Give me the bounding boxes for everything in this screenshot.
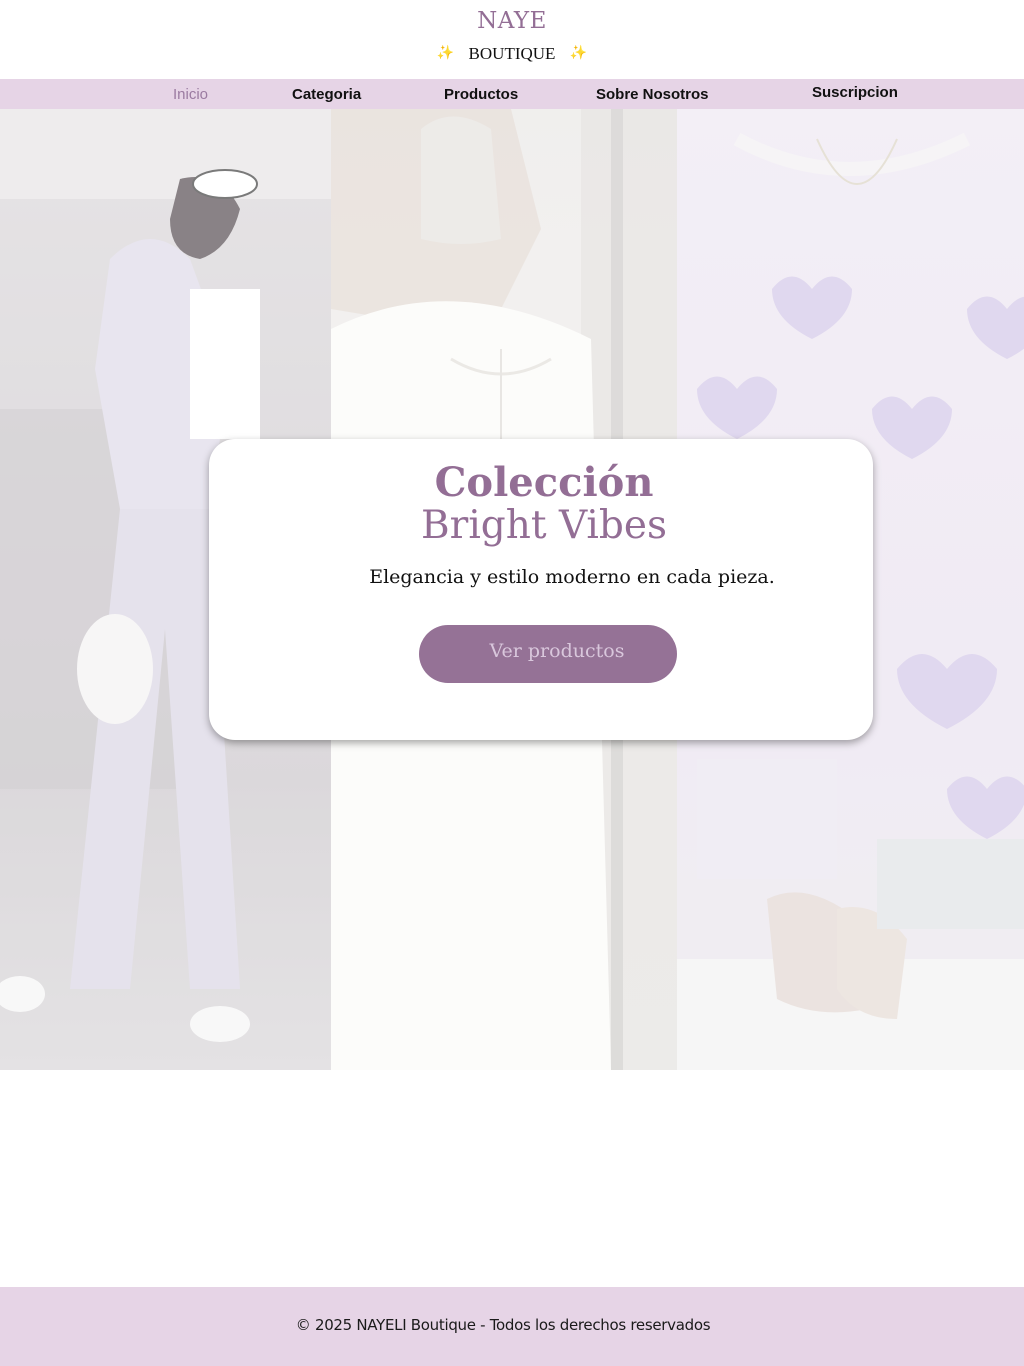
site-footer: © 2025 NAYELI Boutique - Todos los derec… (0, 1287, 1024, 1366)
nav-item-inicio[interactable]: Inicio (173, 86, 208, 103)
hero-subtitle: Elegancia y estilo moderno en cada pieza… (369, 566, 775, 588)
nav-item-sobre-nosotros[interactable]: Sobre Nosotros (596, 86, 709, 103)
hero-card: Colección Bright Vibes Elegancia y estil… (209, 439, 873, 740)
site-header: NAYE ✨ BOUTIQUE ✨ (0, 0, 1024, 79)
view-products-button[interactable]: Ver productos (419, 625, 677, 683)
sparkle-icon: ✨ (436, 44, 455, 60)
main-nav: Inicio Categoria Productos Sobre Nosotro… (0, 79, 1024, 109)
view-products-label: Ver productos (489, 640, 625, 662)
logo-subtitle: BOUTIQUE (468, 44, 556, 63)
hero-title-line1: Colección (434, 459, 654, 506)
logo-subtitle-row: ✨ BOUTIQUE ✨ (0, 44, 1024, 64)
nav-item-productos[interactable]: Productos (444, 86, 518, 103)
nav-item-categoria[interactable]: Categoria (292, 86, 361, 103)
logo-title[interactable]: NAYE (0, 8, 1024, 34)
sparkle-icon: ✨ (569, 44, 588, 60)
nav-item-suscripcion[interactable]: Suscripcion (812, 84, 898, 101)
hero-title-line2: Bright Vibes (421, 503, 667, 548)
copyright-text: © 2025 NAYELI Boutique - Todos los derec… (295, 1316, 711, 1334)
